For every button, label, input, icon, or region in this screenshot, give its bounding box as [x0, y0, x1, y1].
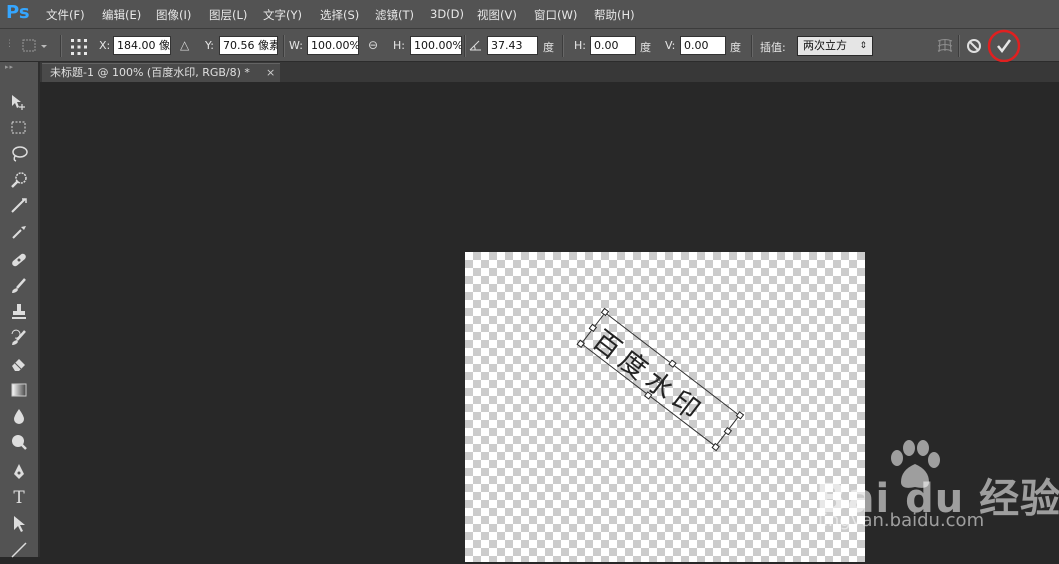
eraser-tool-icon[interactable] [9, 354, 29, 374]
y-label: Y: [205, 39, 214, 52]
move-tool-icon[interactable] [9, 92, 29, 112]
menu-bar: Ps 文件(F) 编辑(E) 图像(I) 图层(L) 文字(Y) 选择(S) 滤… [0, 0, 1059, 28]
width-input[interactable]: 100.00% [307, 36, 359, 55]
grip-icon: ⋮ [5, 39, 14, 49]
h-skew-label: H: [574, 39, 586, 52]
separator [60, 35, 62, 57]
cancel-transform-icon[interactable] [966, 38, 982, 57]
h-skew-input[interactable]: 0.00 [590, 36, 636, 55]
menu-help[interactable]: 帮助(H) [594, 7, 635, 23]
photoshop-logo: Ps [6, 2, 30, 23]
angle-icon [469, 38, 483, 55]
gradient-tool-icon[interactable] [9, 380, 29, 400]
link-icon[interactable]: ⊖ [368, 39, 378, 52]
dodge-tool-icon[interactable] [9, 432, 29, 452]
y-position-input[interactable]: 70.56 像素 [219, 36, 278, 55]
pen-tool-icon[interactable] [9, 462, 29, 482]
separator [562, 35, 564, 57]
w-label: W: [289, 39, 303, 52]
document-canvas[interactable]: 百度水印 ⊕ [465, 252, 865, 562]
warp-mode-icon[interactable] [935, 38, 955, 57]
panel-collapse-icon[interactable]: ▸▸ [5, 63, 14, 71]
eyedropper-tool-icon[interactable] [9, 222, 29, 242]
menu-select[interactable]: 选择(S) [320, 7, 359, 23]
x-label: X: [99, 39, 111, 52]
menu-layer[interactable]: 图层(L) [209, 7, 247, 23]
updown-arrow-icon: ⇕ [859, 41, 867, 51]
menu-file[interactable]: 文件(F) [46, 7, 85, 23]
transform-preset-icon[interactable] [22, 39, 48, 56]
v-skew-label: V: [665, 39, 676, 52]
brush-tool-icon[interactable] [9, 276, 29, 296]
baidu-jingyan-watermark: Bai du 经验 jingyan.baidu.com [808, 440, 1059, 555]
menu-3d[interactable]: 3D(D) [430, 7, 464, 21]
line-tool-icon[interactable] [9, 540, 29, 560]
separator [464, 35, 466, 57]
type-tool-icon[interactable]: T [9, 488, 29, 508]
interpolation-value: 两次立方 [803, 39, 847, 52]
healing-brush-tool-icon[interactable] [9, 250, 29, 270]
path-select-tool-icon[interactable] [9, 514, 29, 534]
close-tab-icon[interactable]: × [266, 64, 275, 81]
watermark-text-layer[interactable]: 百度水印 [586, 319, 715, 430]
clone-stamp-tool-icon[interactable] [9, 302, 29, 322]
interpolation-select[interactable]: 两次立方 ⇕ [797, 36, 873, 56]
reference-point-icon[interactable] [70, 38, 88, 59]
separator [283, 35, 285, 57]
tools-panel: ▸▸ T [0, 62, 40, 560]
document-tab-title: 未标题-1 @ 100% (百度水印, RGB/8) * [50, 66, 250, 79]
transform-handle-bottom-right[interactable] [711, 442, 720, 452]
marquee-tool-icon[interactable] [9, 118, 29, 138]
delta-relative-icon[interactable]: △ [180, 39, 189, 52]
v-skew-input[interactable]: 0.00 [680, 36, 726, 55]
x-position-input[interactable]: 184.00 像素 [113, 36, 171, 55]
document-tab-bar: 未标题-1 @ 100% (百度水印, RGB/8) * × [40, 62, 1059, 82]
menu-type[interactable]: 文字(Y) [263, 7, 302, 23]
h-label: H: [393, 39, 405, 52]
lasso-tool-icon[interactable] [9, 144, 29, 164]
angle-input[interactable]: 37.43 [487, 36, 538, 55]
interpolation-label: 插值: [760, 41, 786, 54]
menu-filter[interactable]: 滤镜(T) [375, 7, 414, 23]
menu-window[interactable]: 窗口(W) [534, 7, 577, 23]
separator [958, 35, 960, 57]
menu-view[interactable]: 视图(V) [477, 7, 517, 23]
document-tab[interactable]: 未标题-1 @ 100% (百度水印, RGB/8) * × [42, 63, 280, 82]
h-skew-unit: 度 [640, 41, 651, 54]
blur-tool-icon[interactable] [9, 406, 29, 426]
menu-image[interactable]: 图像(I) [156, 7, 191, 23]
options-bar: ⋮ X: 184.00 像素 △ Y: 70.56 像素 W: 100.00% … [0, 28, 1059, 63]
quick-select-tool-icon[interactable] [9, 170, 29, 190]
separator [751, 35, 753, 57]
v-skew-unit: 度 [730, 41, 741, 54]
history-brush-tool-icon[interactable] [9, 328, 29, 348]
crop-tool-icon[interactable] [9, 196, 29, 216]
menu-edit[interactable]: 编辑(E) [102, 7, 141, 23]
transform-bounding-box[interactable]: 百度水印 ⊕ [576, 307, 745, 452]
height-input[interactable]: 100.00% [410, 36, 462, 55]
baidu-url-text: jingyan.baidu.com [818, 510, 985, 531]
angle-unit: 度 [543, 41, 554, 54]
commit-transform-icon[interactable] [987, 29, 1021, 66]
